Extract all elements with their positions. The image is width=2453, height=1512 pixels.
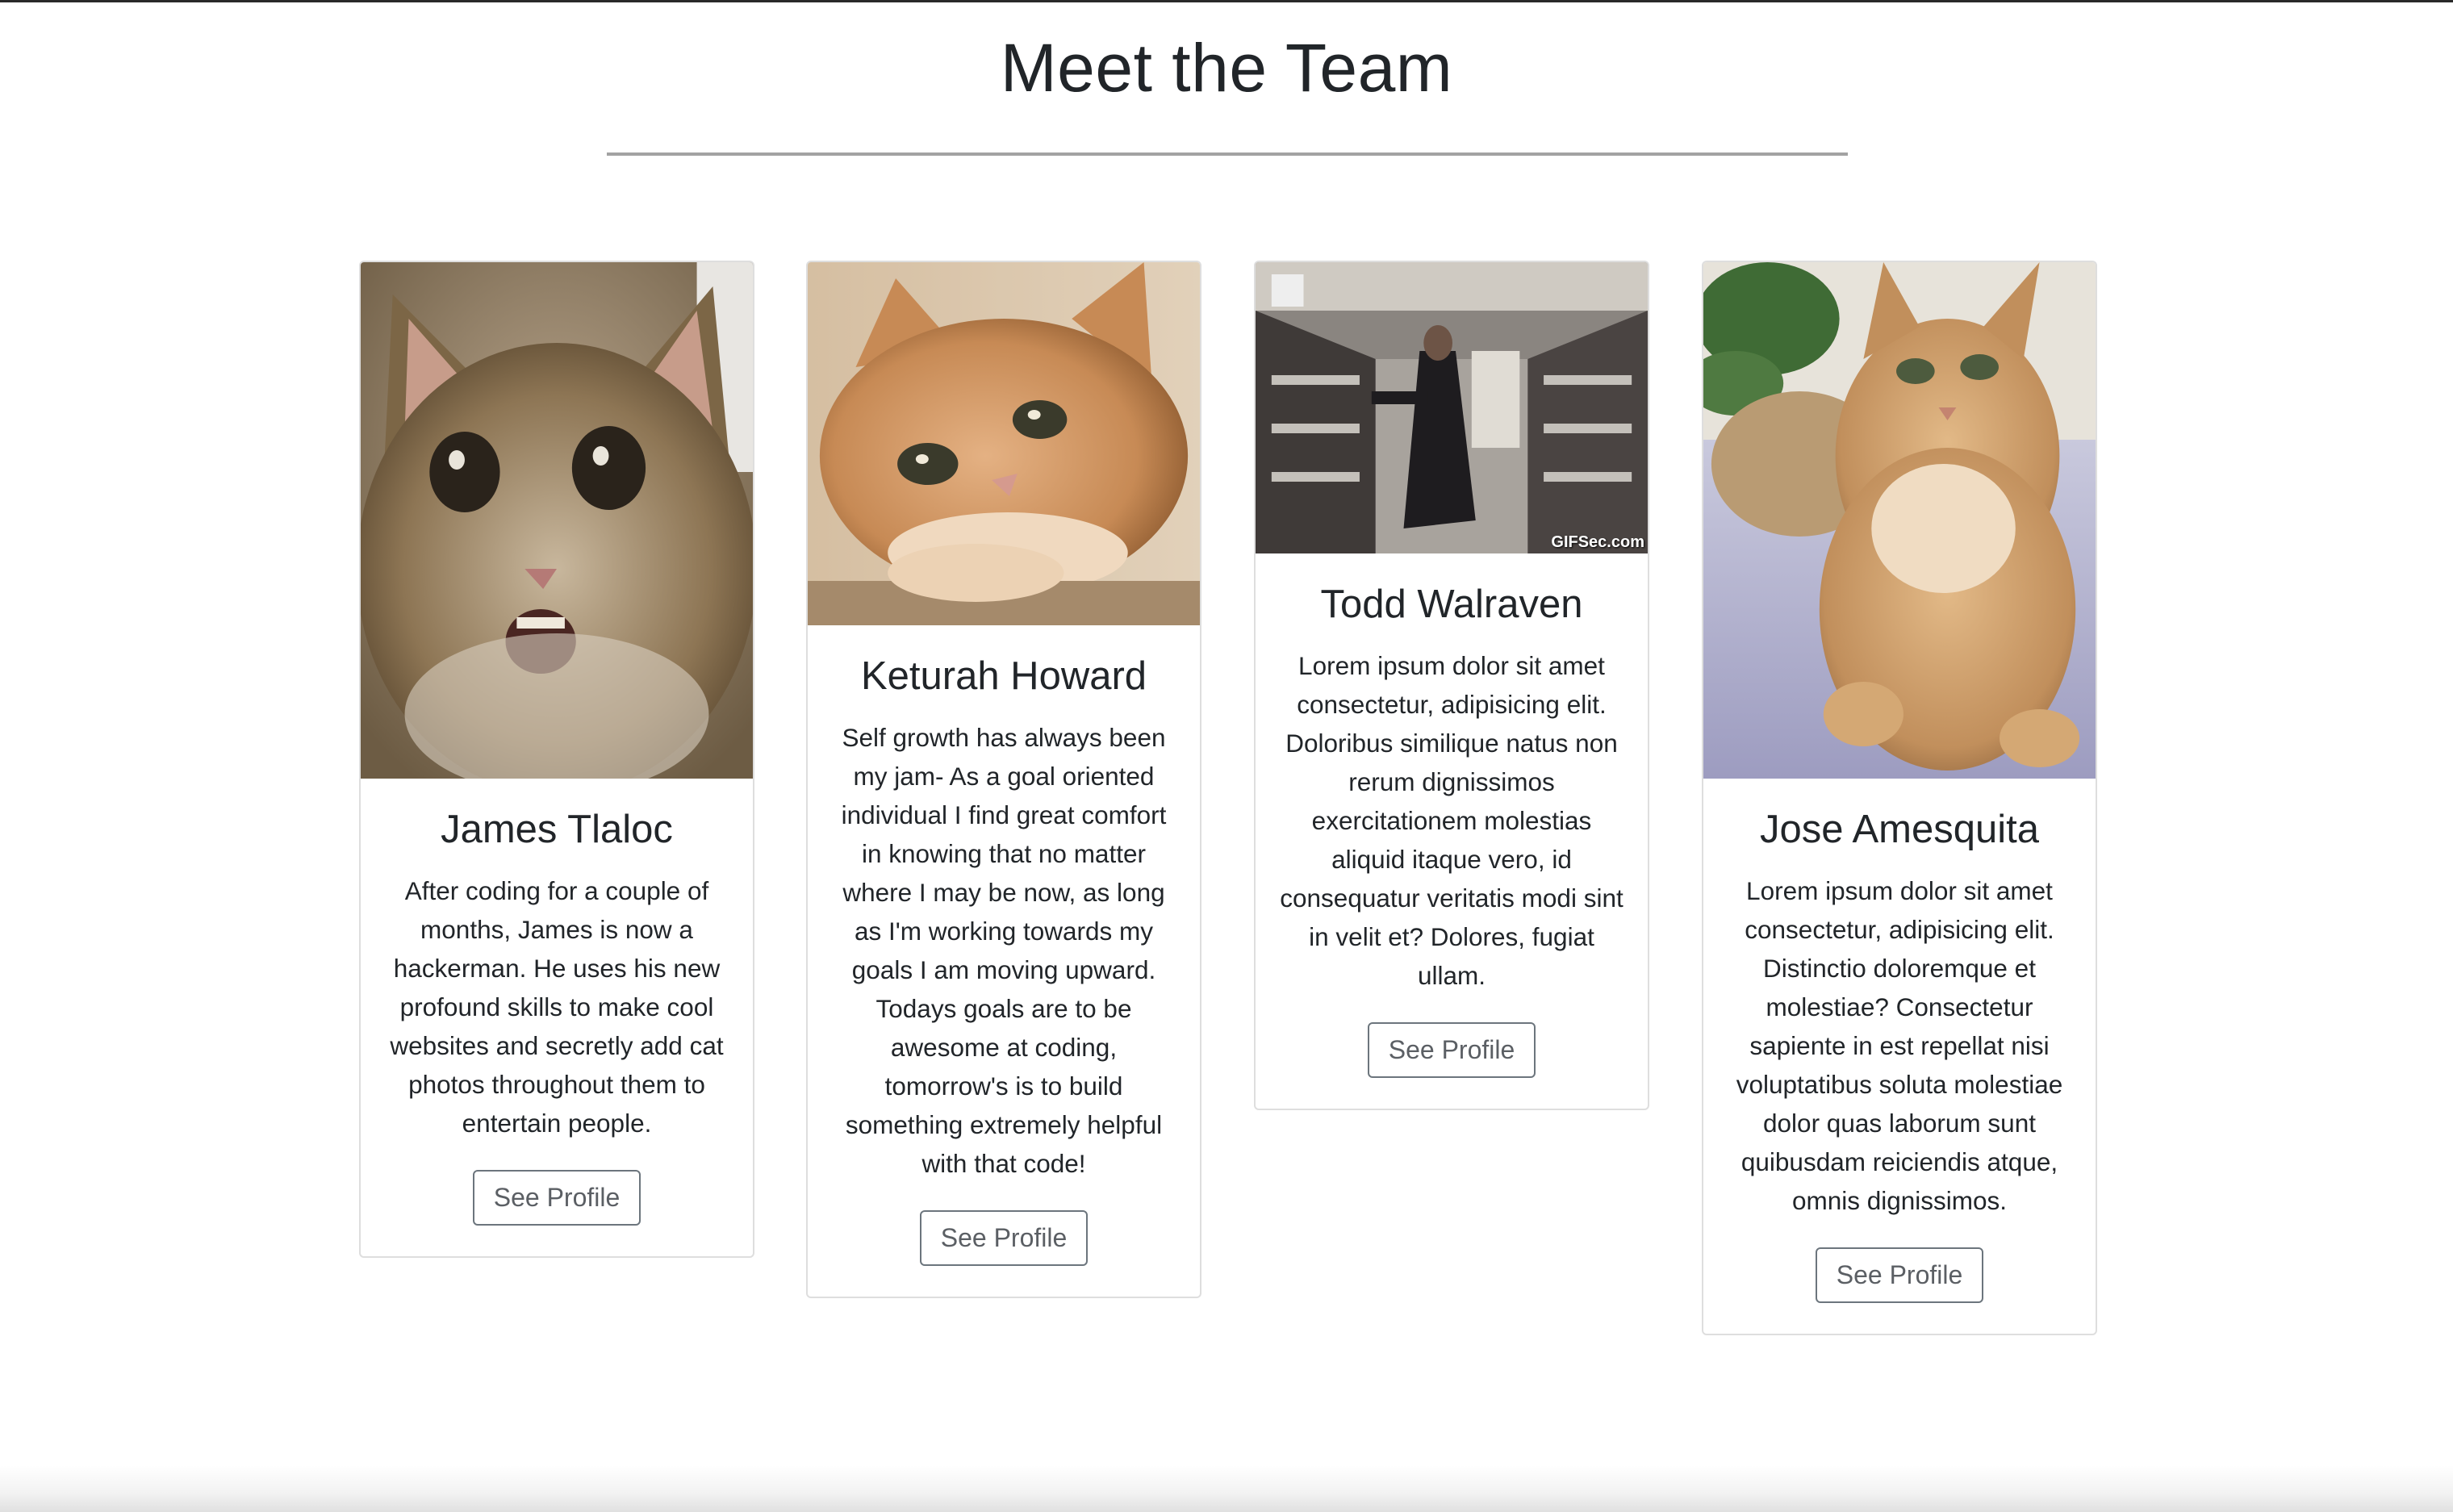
member-bio: Self growth has always been my jam- As a… <box>841 722 1167 1178</box>
cat-photo-surprised-tabby <box>361 262 753 779</box>
team-card-james: James Tlaloc After coding for a couple o… <box>359 261 754 1258</box>
member-bio: Lorem ipsum dolor sit amet consectetur, … <box>1280 650 1623 990</box>
gif-watermark: GIFSec.com <box>1551 533 1644 551</box>
see-profile-button[interactable]: See Profile <box>1367 1021 1536 1078</box>
see-profile-button[interactable]: See Profile <box>472 1169 641 1226</box>
team-card-todd: GIFSec.com Todd Walraven Lorem ipsum dol… <box>1254 261 1649 1110</box>
see-profile-button[interactable]: See Profile <box>919 1209 1089 1266</box>
cat-photo-golden-on-bed <box>1703 262 2096 779</box>
top-border <box>0 0 2453 2</box>
bottom-shadow <box>0 1465 2453 1512</box>
member-bio: After coding for a couple of months, Jam… <box>390 875 724 1138</box>
cat-photo-orange-resting <box>808 262 1200 625</box>
see-profile-button[interactable]: See Profile <box>1815 1247 1984 1303</box>
member-name: Keturah Howard <box>860 654 1147 698</box>
gif-store-aisle: GIFSec.com <box>1256 262 1648 553</box>
member-name: Jose Amesquita <box>1760 808 2039 851</box>
member-name: Todd Walraven <box>1320 583 1583 626</box>
member-bio: Lorem ipsum dolor sit amet consectetur, … <box>1736 875 2063 1215</box>
title-divider <box>607 152 1848 156</box>
team-card-keturah: Keturah Howard Self growth has always be… <box>806 261 1201 1298</box>
member-name: James Tlaloc <box>441 808 673 851</box>
page-title: Meet the Team <box>1000 30 1453 106</box>
team-card-jose: Jose Amesquita Lorem ipsum dolor sit ame… <box>1702 261 2097 1335</box>
